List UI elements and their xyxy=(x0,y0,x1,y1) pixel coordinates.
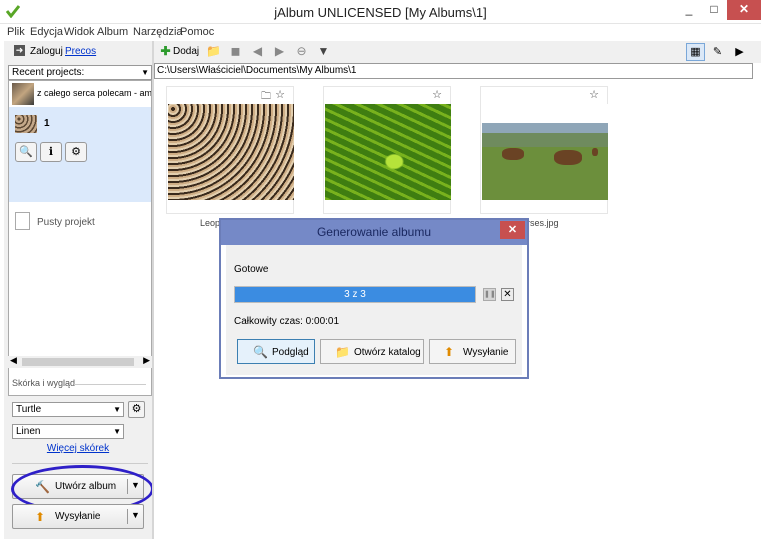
button-divider xyxy=(127,509,128,524)
dialog-title: Generowanie albumu xyxy=(316,225,432,239)
preview-view-icon[interactable]: ▶ xyxy=(730,43,749,61)
more-skins-link[interactable]: Więcej skórek xyxy=(4,443,152,454)
progress-bar: 3 z 3 xyxy=(234,286,476,303)
image-thumbnail-card[interactable]: ☆ xyxy=(323,86,451,214)
menu-view[interactable]: Widok xyxy=(64,26,95,38)
add-plus-icon[interactable]: ✚ xyxy=(158,44,173,59)
title-bar: jAlbum UNLICENSED [My Albums\1] _ □ ✕ xyxy=(0,0,761,24)
skin-settings-gear-icon[interactable]: ⚙ xyxy=(128,401,145,418)
upload-arrow-icon: ⬆ xyxy=(444,345,455,359)
menu-bar: Plik Edycja Widok Album Narzędzia Pomoc xyxy=(0,24,761,41)
window-title: jAlbum UNLICENSED [My Albums\1] xyxy=(274,5,487,20)
new-project-item[interactable]: Pusty projekt xyxy=(37,217,95,228)
image-thumbnail xyxy=(325,104,451,200)
info-icon[interactable]: ℹ xyxy=(40,142,62,162)
open-folder-button[interactable]: 📁 Otwórz katalog xyxy=(320,339,424,364)
horse-shape xyxy=(592,148,598,156)
filter-icon[interactable]: ▼ xyxy=(316,44,331,59)
image-thumbnail xyxy=(168,104,294,200)
menu-help[interactable]: Pomoc xyxy=(180,26,214,38)
chevron-down-icon: ▼ xyxy=(141,68,149,77)
settings-gear-icon[interactable]: ⚙ xyxy=(65,142,87,162)
upload-button[interactable]: ⬆ Wysyłanie ▼ xyxy=(12,504,144,529)
menu-edit[interactable]: Edycja xyxy=(30,26,63,38)
projects-list: z całego serca polecam - amba 1 🔍 ℹ ⚙ Pu… xyxy=(8,80,152,396)
chevron-down-icon: ▼ xyxy=(113,427,121,436)
minimize-button[interactable]: _ xyxy=(676,0,702,20)
close-button[interactable]: ✕ xyxy=(727,0,761,20)
menu-album[interactable]: Album xyxy=(97,26,128,38)
project-name: z całego serca polecam - amba xyxy=(37,88,151,98)
grid-view-icon[interactable]: ▦ xyxy=(686,43,705,61)
menu-tools[interactable]: Narzędzia xyxy=(133,26,183,38)
upload-button[interactable]: ⬆ Wysyłanie xyxy=(429,339,516,364)
folder-icon: 📁 xyxy=(335,345,350,359)
path-bar: C:\Users\Właściciel\Documents\My Albums\… xyxy=(154,63,753,79)
login-arrow-icon: ➜ xyxy=(14,45,25,56)
camera-icon[interactable]: ◼ xyxy=(228,44,243,59)
image-thumbnail-card[interactable]: 🗀 ☆ xyxy=(166,86,294,214)
generate-album-dialog: Generowanie albumu ✕ Gotowe 3 z 3 ❚❚ ✕ C… xyxy=(219,218,529,379)
section-divider xyxy=(12,463,148,464)
scroll-thumb[interactable] xyxy=(22,358,134,366)
status-text: Gotowe xyxy=(234,264,269,275)
image-caption: Leop xyxy=(200,218,221,228)
skin-dropdown[interactable]: Turtle ▼ xyxy=(12,402,124,417)
upload-arrow-icon: ⬆ xyxy=(35,510,46,524)
login-button[interactable]: Zaloguj xyxy=(30,46,63,57)
project-name: 1 xyxy=(44,118,50,129)
maximize-button[interactable]: □ xyxy=(701,0,727,20)
preview-label: Podgląd xyxy=(272,347,309,358)
skin-value: Turtle xyxy=(16,404,42,415)
preview-search-icon[interactable]: 🔍 xyxy=(15,142,37,162)
project-thumbnail xyxy=(15,115,37,133)
menu-file[interactable]: Plik xyxy=(7,26,25,38)
scroll-left-icon[interactable]: ◀ xyxy=(10,355,17,366)
add-button[interactable]: Dodaj xyxy=(173,46,199,57)
star-icon[interactable]: ☆ xyxy=(589,88,599,101)
open-folder-label: Otwórz katalog xyxy=(354,347,421,358)
star-icon[interactable]: ☆ xyxy=(432,88,442,101)
horse-shape xyxy=(502,148,524,160)
horizontal-scrollbar[interactable]: ◀ ▶ xyxy=(8,355,152,368)
cancel-icon[interactable]: ✕ xyxy=(501,288,514,301)
preview-button[interactable]: 🔍 Podgląd xyxy=(237,339,315,364)
move-left-icon[interactable]: ◀ xyxy=(250,44,265,59)
total-time-text: Całkowity czas: 0:00:01 xyxy=(234,316,340,327)
new-folder-icon[interactable]: 📁 xyxy=(206,44,221,59)
section-divider xyxy=(74,384,146,385)
toolbar: ✚ Dodaj 📁 ◼ ◀ ▶ ⊖ ▼ ▦ ✎ ▶ xyxy=(154,41,761,63)
project-item-selected[interactable]: 1 🔍 ℹ ⚙ xyxy=(9,107,151,202)
image-thumbnail xyxy=(482,104,608,200)
style-value: Linen xyxy=(16,426,41,437)
image-thumbnail-card[interactable]: ☆ xyxy=(480,86,608,214)
horse-shape xyxy=(554,150,582,165)
dialog-title-bar: Generowanie albumu ✕ xyxy=(221,220,527,245)
progress-text: 3 z 3 xyxy=(344,289,366,300)
login-row: ➜ Zaloguj Precos xyxy=(4,41,152,63)
remove-icon[interactable]: ⊖ xyxy=(294,44,309,59)
account-link[interactable]: Precos xyxy=(65,46,96,57)
left-panel: ➜ Zaloguj Precos Recent projects: ▼ z ca… xyxy=(4,41,154,539)
blank-document-icon xyxy=(15,212,30,230)
chevron-down-icon[interactable]: ▼ xyxy=(131,510,140,520)
edit-view-icon[interactable]: ✎ xyxy=(708,43,727,61)
recent-projects-dropdown[interactable]: Recent projects: ▼ xyxy=(8,65,152,80)
pause-icon[interactable]: ❚❚ xyxy=(483,288,496,301)
magnifier-icon: 🔍 xyxy=(253,345,268,359)
move-right-icon[interactable]: ▶ xyxy=(272,44,287,59)
dialog-body: Gotowe 3 z 3 ❚❚ ✕ Całkowity czas: 0:00:0… xyxy=(226,245,522,375)
star-icon[interactable]: ☆ xyxy=(275,88,285,101)
dialog-close-button[interactable]: ✕ xyxy=(500,221,525,239)
project-item[interactable]: z całego serca polecam - amba xyxy=(9,81,151,106)
scroll-right-icon[interactable]: ▶ xyxy=(143,355,150,366)
chevron-down-icon: ▼ xyxy=(113,405,121,414)
skin-section-heading: Skórka i wygląd xyxy=(12,378,76,388)
recent-projects-label: Recent projects: xyxy=(12,67,85,78)
style-dropdown[interactable]: Linen ▼ xyxy=(12,424,124,439)
upload-label: Wysyłanie xyxy=(55,511,101,522)
project-thumbnail xyxy=(12,83,34,105)
upload-label: Wysyłanie xyxy=(463,347,509,358)
